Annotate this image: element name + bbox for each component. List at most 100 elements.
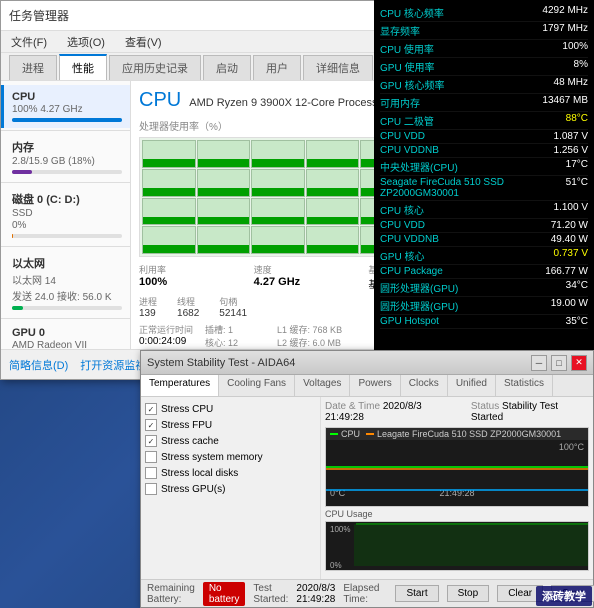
sidebar-memory-bar-fill (12, 170, 32, 174)
hwinfo-row-value: 17°C (566, 159, 588, 174)
sidebar-divider-2 (1, 182, 130, 183)
hwinfo-row-value: 48 MHz (554, 77, 588, 92)
aida-tab-unified[interactable]: Unified (448, 375, 496, 396)
threads-label: 线程 (177, 295, 199, 308)
aida-tab-clocks[interactable]: Clocks (401, 375, 448, 396)
menu-file[interactable]: 文件(F) (5, 32, 53, 52)
hwinfo-row: Seagate FireCuda 510 SSD ZP2000GM3000151… (380, 176, 588, 201)
hwinfo-row-value: 1.256 V (554, 145, 588, 156)
aida-bottom-bar: Remaining Battery: No battery Test Start… (141, 579, 593, 607)
uptime-value: 0:00:24:09 (139, 336, 193, 347)
tab-users[interactable]: 用户 (253, 55, 301, 80)
start-button[interactable]: Start (395, 585, 438, 602)
sidebar-memory-bar (12, 170, 122, 174)
sidebar: CPU 100% 4.27 GHz 内存 2.8/15.9 GB (18%) 磁… (1, 81, 131, 349)
stress-cache-checkbox[interactable] (145, 435, 157, 447)
stop-button[interactable]: Stop (447, 585, 490, 602)
stress-cache-row: Stress cache (145, 433, 316, 449)
aida-date-label: Date & Time (325, 401, 380, 412)
cpu-core-14 (197, 198, 251, 226)
hwinfo-row-label: 显存频率 (380, 23, 420, 38)
sidebar-item-disk[interactable]: 磁盘 0 (C: D:) SSD 0% (1, 185, 130, 244)
sidebar-gpu-label: GPU 0 (12, 327, 122, 339)
cpu-legend-dot (330, 433, 338, 435)
svg-text:100%: 100% (330, 525, 350, 534)
handles-label: 句柄 (219, 295, 247, 308)
stress-mem-checkbox[interactable] (145, 451, 157, 463)
cpu-core-10 (306, 169, 360, 197)
svg-text:0%: 0% (330, 561, 342, 570)
menu-options[interactable]: 选项(O) (61, 32, 111, 52)
sidebar-ethernet-speeds: 发送 24.0 接收: 56.0 K (12, 288, 122, 303)
chart-area: 100°C 0°C 21:49:28 51 17 (326, 440, 588, 500)
tab-performance[interactable]: 性能 (59, 54, 107, 80)
cpu-core-3 (251, 140, 305, 168)
stress-cpu-checkbox[interactable] (145, 403, 157, 415)
sidebar-cpu-label: CPU (12, 91, 122, 103)
aida-minimize-btn[interactable]: ─ (531, 355, 547, 371)
aida-right-panel: Date & Time 2020/8/3 21:49:28 Status Sta… (321, 397, 593, 579)
cpu-core-21 (251, 226, 305, 254)
cpu-core-1 (142, 140, 196, 168)
sidebar-item-memory[interactable]: 内存 2.8/15.9 GB (18%) (1, 133, 130, 180)
hwinfo-row-label: CPU VDD (380, 220, 425, 231)
hwinfo-panel: CPU 核心频率4292 MHz显存频率1797 MHzCPU 使用率100%G… (374, 0, 594, 380)
hwinfo-row-label: GPU 使用率 (380, 59, 434, 74)
stress-fpu-checkbox[interactable] (145, 419, 157, 431)
hwinfo-row: GPU Hotspot 35°C (380, 315, 588, 329)
aida-close-btn[interactable]: ✕ (571, 355, 587, 371)
hwinfo-row: GPU 使用率8% (380, 58, 588, 76)
aida-tab-cooling[interactable]: Cooling Fans (219, 375, 295, 396)
hwinfo-row-value: 1.100 V (554, 202, 588, 217)
aida-tab-voltages[interactable]: Voltages (295, 375, 350, 396)
watermark: 添砖教学 (536, 586, 592, 606)
sidebar-divider-4 (1, 318, 130, 319)
aida-tab-powers[interactable]: Powers (350, 375, 400, 396)
stress-cpu-label: Stress CPU (161, 404, 213, 415)
tab-processes[interactable]: 进程 (9, 55, 57, 80)
hwinfo-row-value: 100% (562, 41, 588, 56)
l1-label: L1 缓存: 768 KB (277, 323, 346, 336)
sidebar-item-cpu[interactable]: CPU 100% 4.27 GHz (1, 85, 130, 128)
hwinfo-row-value: 4292 MHz (542, 5, 588, 20)
tab-startup[interactable]: 启动 (203, 55, 251, 80)
footer-link-brief[interactable]: 简略信息(D) (9, 357, 68, 373)
aida-tab-temperatures[interactable]: Temperatures (141, 375, 219, 396)
sidebar-divider-1 (1, 130, 130, 131)
aida64-title: System Stability Test - AIDA64 (147, 357, 295, 369)
sidebar-memory-label: 内存 (12, 139, 122, 155)
hwinfo-row-label: CPU Package (380, 266, 443, 277)
hwinfo-row-label: CPU 核心 (380, 202, 424, 217)
elapsed-label: Elapsed Time: (343, 583, 379, 605)
aida-tab-statistics[interactable]: Statistics (496, 375, 553, 396)
tab-details[interactable]: 详细信息 (303, 55, 373, 80)
stress-disk-row: Stress local disks (145, 465, 316, 481)
sidebar-item-gpu[interactable]: GPU 0 AMD Radeon VII 1% (1, 321, 130, 349)
aida-maximize-btn[interactable]: □ (551, 355, 567, 371)
stress-disk-checkbox[interactable] (145, 467, 157, 479)
menu-view[interactable]: 查看(V) (119, 32, 168, 52)
sidebar-item-ethernet[interactable]: 以太网 以太网 14 发送 24.0 接收: 56.0 K (1, 249, 130, 316)
sidebar-disk-pct: 0% (12, 220, 122, 231)
test-started-label: Test Started: (253, 583, 288, 605)
sidebar-disk-bar-fill (12, 234, 13, 238)
stress-gpu-checkbox[interactable] (145, 483, 157, 495)
hwinfo-row: CPU 核心频率 4292 MHz (380, 4, 588, 22)
ssd-legend-label: Leagate FireCuda 510 SSD ZP2000GM30001 (377, 429, 561, 439)
sidebar-cpu-bar-fill (12, 118, 122, 122)
legend-cpu: CPU (330, 429, 360, 439)
tab-app-history[interactable]: 应用历史记录 (109, 55, 201, 80)
stress-fpu-label: Stress FPU (161, 420, 212, 431)
aida64-window: System Stability Test - AIDA64 ─ □ ✕ Tem… (140, 350, 594, 608)
cpu-core-7 (142, 169, 196, 197)
hwinfo-row: CPU 核心 1.100 V (380, 201, 588, 219)
cache-info: L1 缓存: 768 KB L2 缓存: 6.0 MB L3 缓存: 64.0 … (277, 323, 346, 349)
hwinfo-row-label: GPU Hotspot (380, 316, 439, 327)
hwinfo-row-value: 35°C (566, 316, 588, 327)
processes-value: 139 (139, 308, 157, 319)
aida-left-panel: Stress CPU Stress FPU Stress cache Stres… (141, 397, 321, 579)
speed-box: 速度 4.27 GHz (254, 263, 357, 291)
utilization-box: 利用率 100% (139, 263, 242, 291)
hwinfo-row-label: CPU 核心频率 (380, 5, 444, 20)
uptime-label: 正常运行时间 (139, 323, 193, 336)
